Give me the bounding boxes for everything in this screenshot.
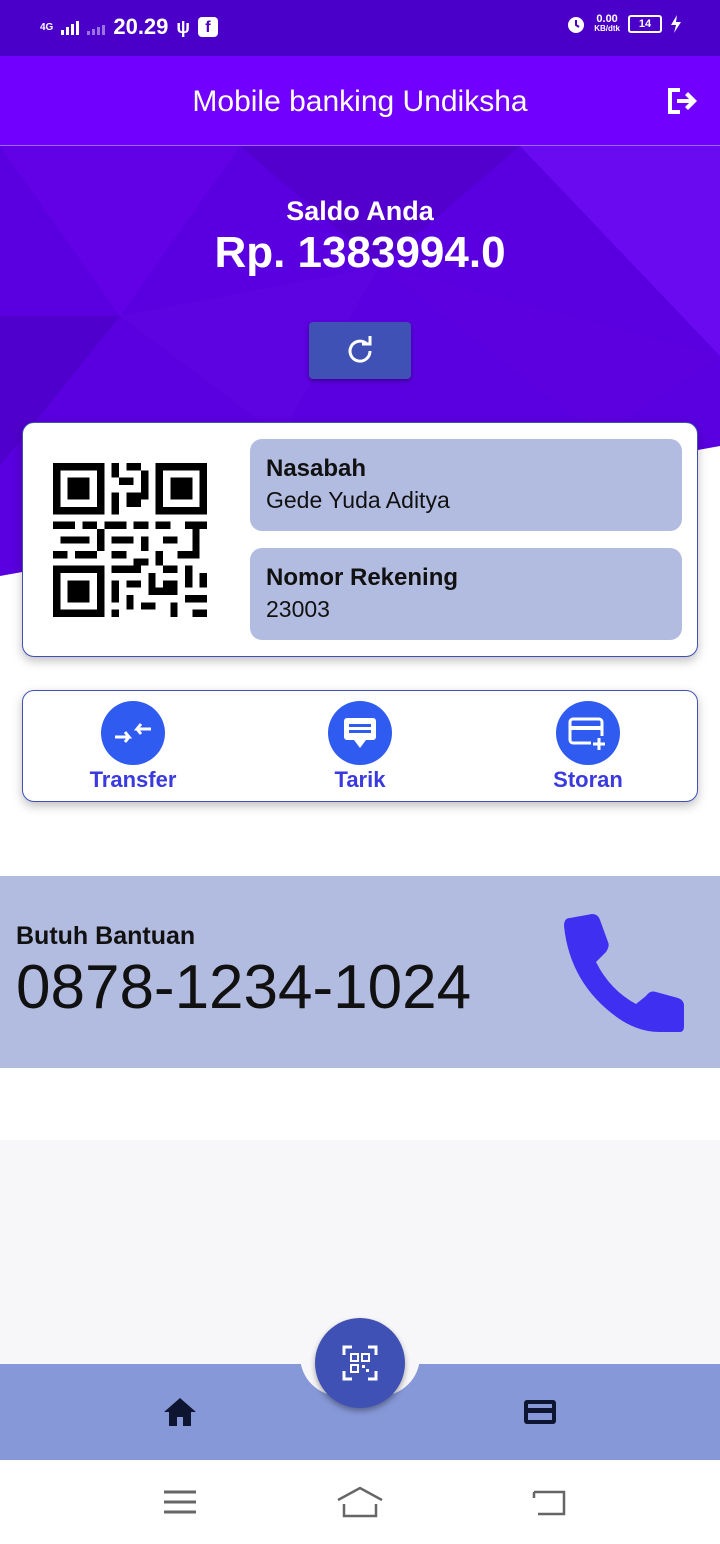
facebook-icon: f	[197, 17, 218, 37]
system-nav-bar	[0, 1460, 720, 1544]
transfer-icon	[101, 701, 165, 765]
refresh-button[interactable]	[309, 322, 411, 379]
customer-info: Nasabah Gede Yuda Aditya	[250, 439, 682, 531]
app-bar: Mobile banking Undiksha	[0, 56, 720, 146]
deposit-icon	[556, 701, 620, 765]
transfer-button[interactable]: Transfer	[63, 701, 203, 793]
status-bar: 4G 20.29 ψ f 0.00 KB/dtk 14	[0, 0, 720, 56]
menu-icon[interactable]	[155, 1482, 205, 1522]
actions-card: Transfer Tarik Storan	[22, 690, 698, 802]
deposit-button[interactable]: Storan	[518, 701, 658, 793]
usb-icon: ψ	[176, 16, 190, 37]
network-type: 4G	[40, 21, 54, 33]
account-label: Nomor Rekening	[266, 564, 459, 591]
net-speed: 0.00	[596, 13, 618, 25]
refresh-icon	[348, 335, 372, 363]
help-phone: 0878-1234-1024	[16, 953, 472, 1022]
deposit-label: Storan	[553, 767, 623, 792]
battery-icon: 14	[628, 15, 662, 33]
withdraw-label: Tarik	[334, 767, 386, 792]
home-icon[interactable]	[162, 1396, 198, 1428]
net-speed-unit: KB/dtk	[594, 24, 620, 33]
phone-icon[interactable]	[560, 910, 688, 1038]
transfer-label: Transfer	[89, 767, 177, 792]
help-label: Butuh Bantuan	[16, 922, 196, 950]
account-info: Nomor Rekening 23003	[250, 548, 682, 640]
withdraw-icon	[328, 701, 392, 765]
charging-icon	[671, 15, 681, 33]
balance-label: Saldo Anda	[286, 196, 434, 226]
withdraw-button[interactable]: Tarik	[290, 701, 430, 793]
help-banner[interactable]: Butuh Bantuan 0878-1234-1024	[0, 876, 720, 1068]
signal-icon-2	[87, 19, 106, 35]
qr-code[interactable]	[53, 463, 207, 617]
clock: 20.29	[113, 14, 169, 39]
qr-scan-button[interactable]	[315, 1318, 405, 1408]
customer-label: Nasabah	[266, 455, 367, 482]
back-icon[interactable]	[524, 1482, 574, 1522]
app-title: Mobile banking Undiksha	[192, 85, 528, 118]
logout-icon[interactable]	[664, 84, 698, 118]
signal-icon	[61, 19, 80, 35]
qr-scan-icon	[342, 1345, 378, 1381]
customer-name: Gede Yuda Aditya	[266, 487, 450, 513]
account-card: Nasabah Gede Yuda Aditya Nomor Rekening …	[22, 422, 698, 657]
card-icon[interactable]	[522, 1396, 558, 1428]
account-number: 23003	[266, 596, 330, 622]
balance-value: Rp. 1383994.0	[214, 228, 506, 277]
home-system-icon[interactable]	[335, 1482, 385, 1522]
alarm-icon	[568, 17, 585, 33]
